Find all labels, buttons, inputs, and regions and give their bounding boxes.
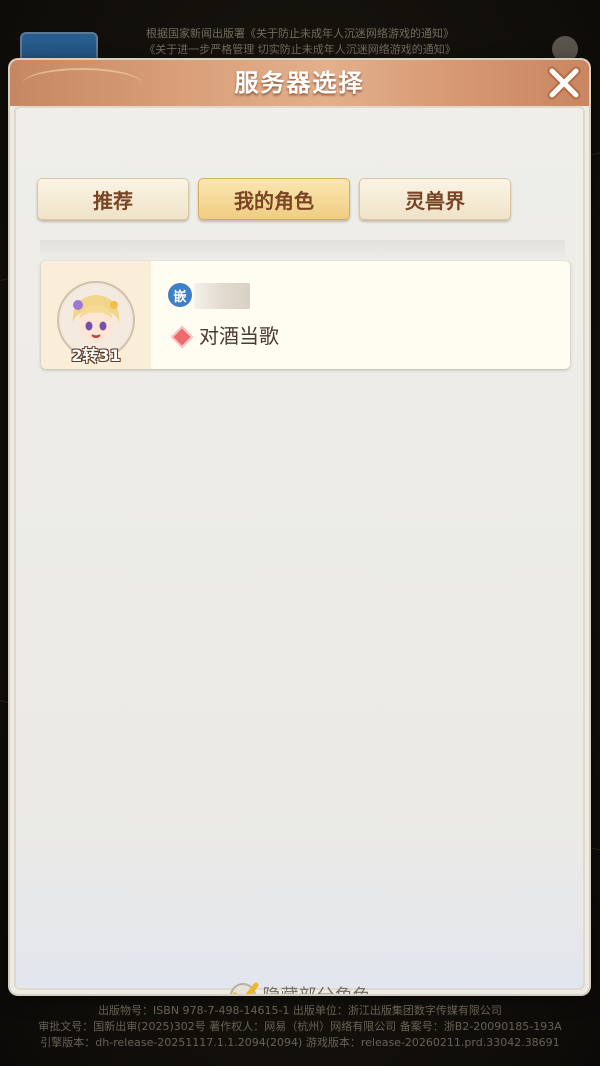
top-notice: 根据国家新闻出版署《关于防止未成年人沉迷网络游戏的通知》 《关于进一步严格管理 …	[0, 26, 600, 58]
publication-line: 引擎版本：dh-release-20251117.1.1.2094(2094) …	[40, 1036, 560, 1049]
notice-line: 根据国家新闻出版署《关于防止未成年人沉迷网络游戏的通知》	[146, 27, 454, 40]
hide-roles-label: 隐藏部分角色	[263, 982, 371, 994]
publication-line: 出版物号：ISBN 978-7-498-14615-1 出版单位：浙江出版集团数…	[98, 1004, 502, 1017]
role-name: 对酒当歌	[199, 324, 279, 348]
notice-line: 《关于进一步严格管理 切实防止未成年人沉迷网络游戏的通知》	[144, 43, 456, 56]
publication-info: 出版物号：ISBN 978-7-498-14615-1 出版单位：浙江出版集团数…	[0, 1003, 600, 1051]
checkmark-icon	[229, 982, 258, 994]
publication-line: 审批文号：国新出审(2025)302号 著作权人：网易（杭州）网络有限公司 备案…	[38, 1020, 562, 1033]
tab-spirit-beast-realm[interactable]: 灵兽界	[359, 178, 511, 220]
server-name-redacted	[194, 283, 250, 309]
server-icon: 嵌	[168, 283, 192, 307]
tab-label: 我的角色	[234, 188, 314, 213]
list-divider	[40, 240, 565, 258]
tab-recommended[interactable]: 推荐	[37, 178, 189, 220]
server-select-dialog: 服务器选择 推荐 我的角色 灵兽界 2转31 嵌 对酒当歌	[10, 60, 589, 994]
tab-label: 推荐	[93, 188, 133, 213]
tab-label: 灵兽界	[405, 188, 465, 213]
server-icon-char: 嵌	[173, 289, 187, 305]
dialog-header: 服务器选择	[10, 60, 589, 106]
close-button[interactable]	[543, 62, 585, 104]
hide-roles-checkbox[interactable]	[229, 980, 259, 994]
close-icon	[547, 66, 581, 100]
diamond-icon	[170, 325, 194, 349]
hide-roles-toggle[interactable]: 隐藏部分角色	[16, 978, 583, 994]
dialog-body: 推荐 我的角色 灵兽界 2转31 嵌 对酒当歌	[14, 106, 585, 994]
avatar-panel: 2转31	[41, 261, 151, 369]
dialog-title: 服务器选择	[234, 69, 365, 97]
level-badge: 2转31	[71, 346, 121, 365]
tab-my-roles[interactable]: 我的角色	[198, 178, 350, 220]
role-card[interactable]: 2转31 嵌 对酒当歌	[41, 261, 570, 369]
